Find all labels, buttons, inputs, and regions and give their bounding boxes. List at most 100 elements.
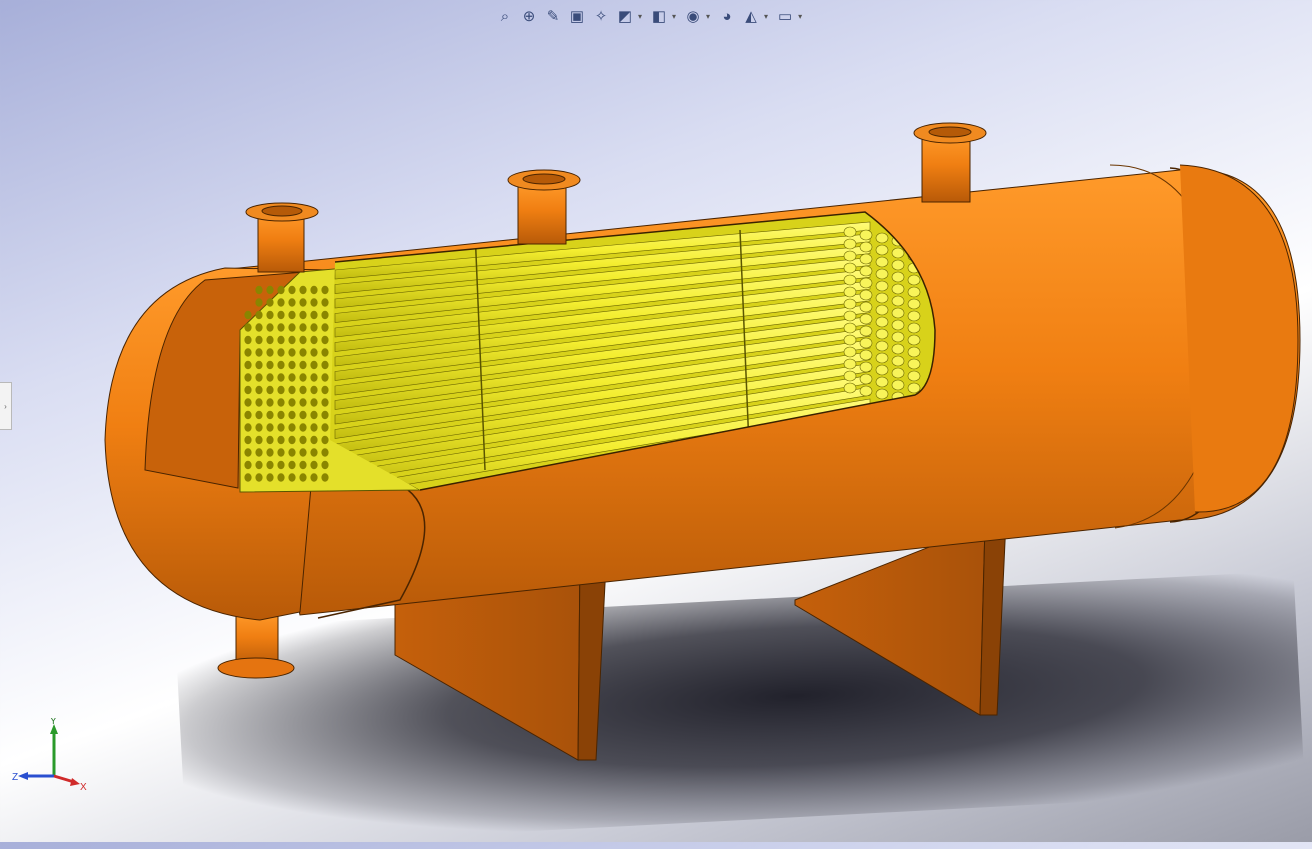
tube-hole: [266, 473, 274, 482]
tube-hole: [321, 473, 329, 482]
previous-view-icon[interactable]: ✎: [542, 5, 564, 27]
triad-y-label: Y: [50, 718, 57, 727]
tube-hole: [244, 310, 252, 320]
tube-end: [907, 334, 921, 346]
tube-hole: [266, 360, 274, 370]
tube-hole: [321, 285, 329, 295]
tube-hole: [266, 298, 274, 307]
tube-hole: [299, 435, 307, 445]
tube-end: [891, 331, 905, 343]
edit-appearance-icon[interactable]: ◕: [716, 5, 738, 27]
tube-hole: [299, 460, 307, 470]
tube-hole: [321, 298, 329, 307]
tube-end: [891, 247, 905, 259]
tube-end: [843, 274, 857, 286]
heat-exchanger-model[interactable]: [0, 0, 1312, 842]
tube-hole: [244, 323, 252, 332]
tube-end: [843, 382, 857, 394]
dropdown-arrow-icon[interactable]: ▾: [672, 12, 676, 21]
tube-hole: [321, 423, 329, 432]
tube-end: [843, 250, 857, 262]
dropdown-arrow-icon[interactable]: ▾: [764, 12, 768, 21]
dropdown-arrow-icon[interactable]: ▾: [798, 12, 802, 21]
tube-hole: [321, 410, 329, 420]
tube-end: [907, 298, 921, 310]
tube-end: [859, 241, 873, 253]
feature-manager-toggle[interactable]: ›: [0, 382, 12, 430]
tube-hole: [266, 323, 274, 332]
tube-hole: [277, 373, 285, 382]
graphics-area[interactable]: ⌕ ⊕ ✎ ▣ ✧ ◩ ▾ ◧ ▾ ◉ ▾ ◕ ◭ ▾ ▭ ▾ › Y Z X: [0, 0, 1312, 849]
tube-end: [875, 292, 889, 304]
tube-hole: [288, 385, 296, 395]
tube-end: [843, 346, 857, 358]
tube-hole: [277, 435, 285, 445]
reference-triad: Y Z X: [12, 718, 87, 793]
dropdown-arrow-icon[interactable]: ▾: [706, 12, 710, 21]
tube-hole: [244, 385, 252, 395]
apply-scene-icon[interactable]: ◭: [740, 5, 762, 27]
tube-hole: [310, 398, 318, 407]
tube-hole: [277, 285, 285, 295]
tube-hole: [310, 410, 318, 420]
tube-hole: [277, 335, 285, 345]
dropdown-arrow-icon[interactable]: ▾: [638, 12, 642, 21]
tube-hole: [310, 435, 318, 445]
tube-end: [859, 265, 873, 277]
tube-hole: [255, 435, 263, 445]
tube-end: [875, 280, 889, 292]
tube-hole: [299, 398, 307, 407]
tube-hole: [244, 335, 252, 345]
view-settings-icon[interactable]: ▭: [774, 5, 796, 27]
tube-hole: [321, 360, 329, 370]
tube-hole: [255, 373, 263, 382]
tube-hole: [244, 423, 252, 432]
tube-end: [875, 316, 889, 328]
tube-hole: [277, 448, 285, 457]
tube-hole: [321, 435, 329, 445]
tube-hole: [255, 323, 263, 332]
tube-hole: [299, 473, 307, 482]
tube-hole: [244, 460, 252, 470]
tube-end: [875, 304, 889, 316]
tube-hole: [310, 373, 318, 382]
tube-end: [891, 259, 905, 271]
tube-end: [859, 361, 873, 373]
tube-hole: [321, 348, 329, 357]
view-orientation-icon[interactable]: ◩: [614, 5, 636, 27]
tube-hole: [266, 398, 274, 407]
tube-end: [907, 370, 921, 382]
tube-hole: [266, 285, 274, 295]
tube-hole: [321, 385, 329, 395]
tube-end: [891, 355, 905, 367]
tube-end: [891, 343, 905, 355]
tube-hole: [310, 448, 318, 457]
zoom-to-area-icon[interactable]: ⊕: [518, 5, 540, 27]
hide-show-items-icon[interactable]: ◉: [682, 5, 704, 27]
bottom-nozzle: [217, 611, 295, 679]
tube-hole: [266, 410, 274, 420]
tube-hole: [244, 473, 252, 482]
tube-hole: [277, 323, 285, 332]
tube-end: [907, 274, 921, 286]
section-view-icon[interactable]: ▣: [566, 5, 588, 27]
triad-x-label: X: [80, 782, 87, 793]
tube-hole: [277, 460, 285, 470]
tube-hole: [288, 298, 296, 307]
tube-hole: [244, 360, 252, 370]
tube-hole: [321, 373, 329, 382]
nozzle-right: [913, 122, 987, 203]
tube-hole: [255, 410, 263, 420]
tube-end: [891, 367, 905, 379]
tube-end: [859, 229, 873, 241]
triad-z-label: Z: [12, 772, 18, 783]
display-style-icon[interactable]: ◧: [648, 5, 670, 27]
tube-hole: [310, 310, 318, 320]
tube-end: [891, 271, 905, 283]
tube-hole: [255, 473, 263, 482]
zoom-to-fit-icon[interactable]: ⌕: [494, 5, 516, 27]
tube-end: [891, 307, 905, 319]
tube-end: [907, 286, 921, 298]
tube-end: [875, 340, 889, 352]
dynamic-annotation-icon[interactable]: ✧: [590, 5, 612, 27]
